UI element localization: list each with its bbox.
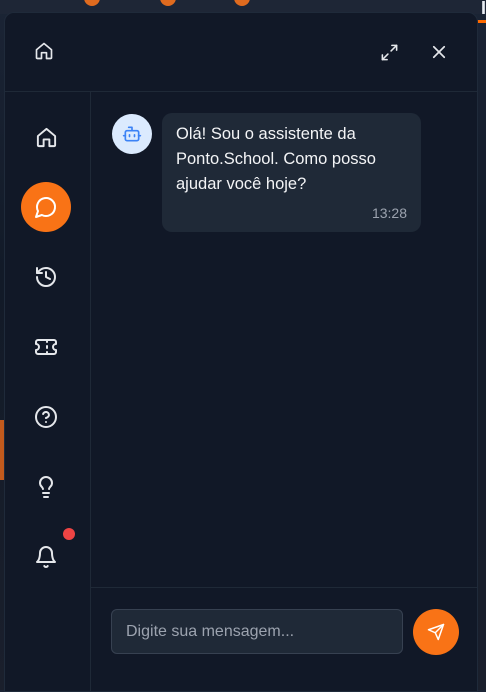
- background-badge: [84, 0, 100, 6]
- home-icon: [36, 127, 56, 147]
- notification-badge: [63, 528, 75, 540]
- chat-icon: [35, 197, 56, 218]
- widget-sidebar: [5, 92, 91, 691]
- sidebar-item-notifications[interactable]: [21, 532, 71, 582]
- send-icon: [427, 623, 445, 641]
- bot-avatar: [112, 114, 152, 154]
- chat-widget-panel: Olá! Sou o assistente da Ponto.School. C…: [4, 12, 478, 692]
- close-icon[interactable]: [428, 41, 450, 63]
- message-bubble: Olá! Sou o assistente da Ponto.School. C…: [162, 113, 421, 232]
- background-badge: [234, 0, 250, 6]
- message-input[interactable]: [111, 609, 403, 654]
- lightbulb-icon: [39, 476, 53, 498]
- bell-icon: [36, 546, 56, 568]
- background-badge: [160, 0, 176, 6]
- sidebar-item-ideas[interactable]: [21, 462, 71, 512]
- message-time: 13:28: [371, 205, 407, 221]
- background-text: I: [480, 0, 486, 18]
- sidebar-item-tickets[interactable]: [21, 322, 71, 372]
- sidebar-item-history[interactable]: [21, 252, 71, 302]
- help-icon: [35, 406, 57, 428]
- widget-header: [5, 13, 477, 92]
- message-text: Olá! Sou o assistente da Ponto.School. C…: [176, 125, 376, 193]
- history-icon: [36, 267, 56, 287]
- chat-area: Olá! Sou o assistente da Ponto.School. C…: [91, 92, 477, 691]
- expand-icon[interactable]: [378, 41, 400, 63]
- bot-icon: [122, 126, 142, 142]
- home-icon[interactable]: [33, 40, 55, 62]
- sidebar-item-chat[interactable]: [21, 182, 71, 232]
- send-button[interactable]: [413, 609, 459, 655]
- composer: [91, 587, 477, 691]
- sidebar-item-help[interactable]: [21, 392, 71, 442]
- ticket-icon: [35, 339, 57, 355]
- sidebar-item-home[interactable]: [21, 112, 71, 162]
